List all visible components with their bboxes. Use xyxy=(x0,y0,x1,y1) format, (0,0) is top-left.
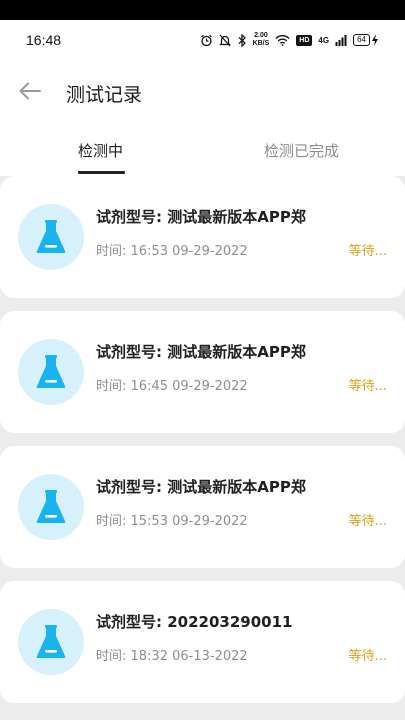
record-time: 时间: 16:53 09-29-2022 xyxy=(96,244,248,259)
flask-icon xyxy=(36,625,66,658)
network-speed-value: 2.00 xyxy=(254,32,268,39)
charging-icon xyxy=(371,34,379,46)
mute-icon xyxy=(218,34,231,47)
record-icon-badge xyxy=(18,339,84,405)
flask-icon xyxy=(36,490,66,523)
status-time: 16:48 xyxy=(26,32,62,48)
record-title: 试剂型号: 测试最新版本APP郑 xyxy=(96,478,306,496)
tab-bar: 检测中 检测已完成 xyxy=(0,136,405,176)
record-card[interactable]: 试剂型号: 202203290011 时间: 18:32 06-13-2022 … xyxy=(0,581,405,703)
status-icons: 2.00 KB/S HD 4G 64 xyxy=(200,32,379,48)
record-status: 等待... xyxy=(348,244,387,259)
network-speed: 2.00 KB/S xyxy=(253,32,270,48)
tab-completed[interactable]: 检测已完成 xyxy=(264,140,339,161)
record-card[interactable]: 试剂型号: 测试最新版本APP郑 时间: 15:53 09-29-2022 等待… xyxy=(0,446,405,568)
signal-icon xyxy=(335,34,347,46)
record-icon-badge xyxy=(18,474,84,540)
page-header: 测试记录 检测中 检测已完成 xyxy=(0,60,405,176)
status-bar: 16:48 2.00 KB/S HD 4G 64 xyxy=(0,20,405,60)
hd-badge: HD xyxy=(296,34,313,46)
flask-icon xyxy=(36,355,66,388)
camera-notch-bar xyxy=(0,0,405,20)
record-icon-badge xyxy=(18,609,84,675)
wifi-icon xyxy=(275,34,290,46)
record-card[interactable]: 试剂型号: 测试最新版本APP郑 时间: 16:45 09-29-2022 等待… xyxy=(0,311,405,433)
battery-indicator: 64 xyxy=(353,34,379,46)
battery-icon: 64 xyxy=(353,34,370,46)
network-speed-unit: KB/S xyxy=(252,40,270,47)
tab-in-progress[interactable]: 检测中 xyxy=(78,140,123,161)
record-title: 试剂型号: 测试最新版本APP郑 xyxy=(96,343,306,361)
record-status: 等待... xyxy=(348,379,387,394)
signal-label: 4G xyxy=(318,35,330,45)
record-time: 时间: 15:53 09-29-2022 xyxy=(96,514,248,529)
alarm-icon xyxy=(200,34,213,47)
record-title: 试剂型号: 202203290011 xyxy=(96,613,293,631)
record-title: 试剂型号: 测试最新版本APP郑 xyxy=(96,208,306,226)
record-time: 时间: 16:45 09-29-2022 xyxy=(96,379,248,394)
bluetooth-icon xyxy=(237,33,247,47)
back-arrow-icon[interactable] xyxy=(18,80,42,102)
record-status: 等待... xyxy=(348,514,387,529)
record-status: 等待... xyxy=(348,649,387,664)
active-tab-indicator xyxy=(78,171,125,174)
page-title: 测试记录 xyxy=(66,84,143,106)
record-card[interactable]: 试剂型号: 测试最新版本APP郑 时间: 16:53 09-29-2022 等待… xyxy=(0,176,405,298)
record-icon-badge xyxy=(18,204,84,270)
flask-icon xyxy=(36,220,66,253)
record-time: 时间: 18:32 06-13-2022 xyxy=(96,649,248,664)
